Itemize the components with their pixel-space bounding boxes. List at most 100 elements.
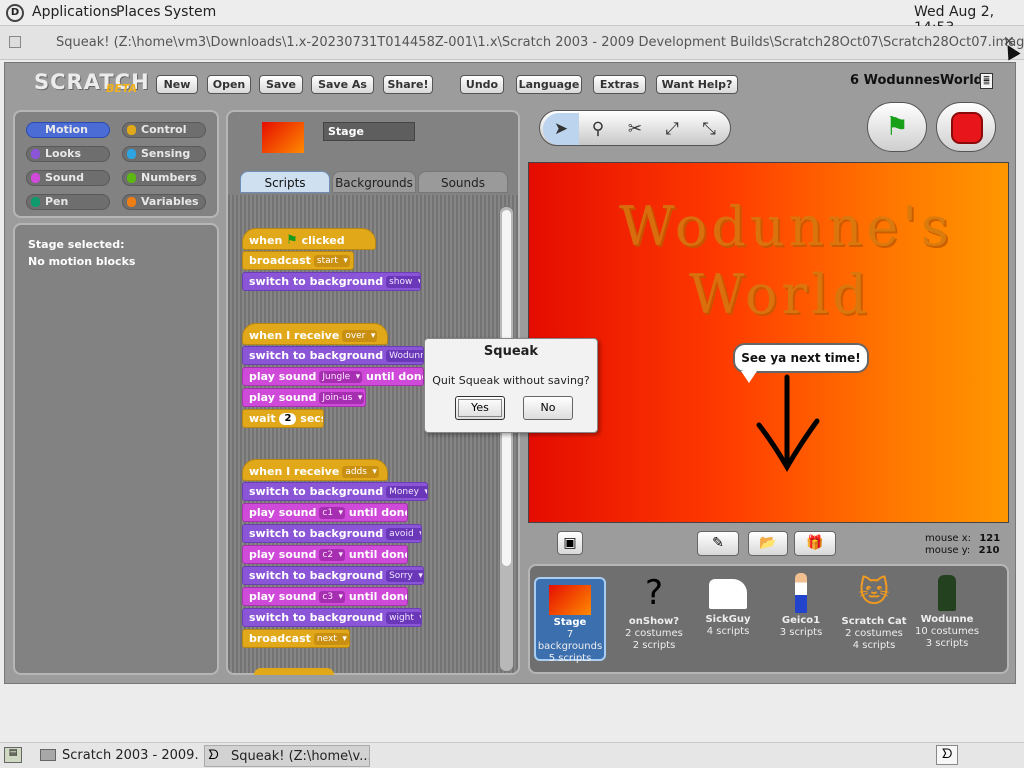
tab-sounds[interactable]: Sounds [418,171,508,193]
palette-message-line2: No motion blocks [28,255,136,268]
block-text: secs [300,412,323,425]
switch-background-block[interactable]: switch to background Money [242,482,428,501]
broadcast-block[interactable]: broadcast start [242,251,354,270]
background-dropdown[interactable]: wight [386,612,421,624]
applications-menu[interactable]: Applications [32,4,118,20]
broadcast-block[interactable]: broadcast next [242,629,350,648]
background-dropdown[interactable]: Sorry [386,570,423,582]
category-motion[interactable]: Motion [26,122,110,138]
sprite-onshow[interactable]: ? onShow? 2 costumes 2 scripts [618,572,690,660]
sound-dropdown[interactable]: c2 [319,549,346,561]
sprite-wodunne[interactable]: Wodunne 10 costumes 3 scripts [911,572,983,660]
gnome-foot-icon[interactable]: D [6,4,24,22]
category-control[interactable]: Control [122,122,206,138]
dialog-message: Quit Squeak without saving? [432,374,590,387]
seconds-input[interactable]: 2 [279,413,297,425]
block-text: until done [348,548,408,561]
taskbar-item-squeak[interactable]: Squeak! (Z:\home\v... [204,745,370,767]
duplicate-stamp-icon[interactable]: ⚲ [580,113,616,145]
background-dropdown[interactable]: Money [386,486,427,498]
message-dropdown[interactable]: over [342,330,378,342]
message-dropdown[interactable]: adds [342,466,379,478]
play-sound-block[interactable]: play sound Join-us [242,388,366,407]
dialog-yes-button[interactable]: Yes [455,396,505,420]
category-sound[interactable]: Sound [26,170,110,186]
category-looks[interactable]: Looks [26,146,110,162]
down-arrow-drawing [756,374,820,472]
sprite-sickguy[interactable]: SickGuy 4 scripts [692,572,764,660]
play-sound-until-done-block[interactable]: play soundc1 until done [242,503,408,522]
stage-name-field[interactable]: Stage [323,122,415,141]
surprise-sprite-button[interactable]: 🎁 [794,531,836,556]
green-flag-button[interactable]: ⚑ [867,102,927,152]
window-titlebar[interactable]: Squeak! (Z:\home\vm3\Downloads\1.x-20230… [0,26,1024,60]
save-button[interactable]: Save [259,75,303,94]
sprite-stage[interactable]: Stage 7 backgrounds 5 scripts [534,577,606,664]
places-menu[interactable]: Places [116,4,161,20]
sound-dropdown[interactable]: c3 [319,591,346,603]
paint-new-sprite-button[interactable]: ✎ [697,531,739,556]
sound-dropdown[interactable]: Join-us [319,392,365,404]
wait-secs-block[interactable]: wait 2 secs [242,409,324,428]
switch-background-block[interactable]: switch to background wight [242,608,422,627]
category-sensing[interactable]: Sensing [122,146,206,162]
undo-button[interactable]: Undo [460,75,504,94]
extras-button[interactable]: Extras [593,75,646,94]
speech-bubble: See ya next time! [733,343,869,373]
squeak-tray-icon[interactable]: ᗤ [936,745,958,765]
sound-dropdown[interactable]: Jungle [319,371,363,383]
scissors-icon[interactable]: ✂ [617,113,653,145]
stage[interactable]: Wodunne's World See ya next time! [528,162,1009,523]
project-name: 6 WodunnesWorld [850,73,983,88]
language-button[interactable]: Language [516,75,582,94]
variables-color-icon [127,197,136,207]
switch-background-block[interactable]: switch to backgroundWodunne [242,346,424,365]
choose-sprite-from-file-button[interactable]: 📂 [748,531,788,556]
tab-scripts[interactable]: Scripts [240,171,330,193]
when-i-receive-block[interactable]: when I receive over [242,323,388,345]
window-menu-icon[interactable] [9,36,21,48]
play-sound-until-done-block[interactable]: play soundc2 until done [242,545,408,564]
show-desktop-icon[interactable]: ▤ [4,747,22,763]
shrink-icon[interactable]: ⤡ [691,113,727,145]
dialog-no-button[interactable]: No [523,396,573,420]
message-dropdown[interactable]: start [313,255,350,267]
notes-icon[interactable]: ≡ ≡ [980,73,993,89]
category-variables[interactable]: Variables [122,194,206,210]
sprite-geico1[interactable]: Geico1 3 scripts [765,572,837,660]
tab-backgrounds[interactable]: Backgrounds [332,171,416,193]
background-dropdown[interactable]: avoid [386,528,421,540]
switch-background-block[interactable]: switch to background show [242,272,421,291]
grow-icon[interactable]: ⤢ [654,113,690,145]
when-flag-clicked-block[interactable]: when ⚑ clicked [242,228,376,250]
share-button[interactable]: Share! [383,75,433,94]
block-text: broadcast [249,254,311,267]
sound-dropdown[interactable]: c1 [319,507,346,519]
message-dropdown[interactable]: next [313,633,349,645]
taskbar-item-file-manager[interactable]: Scratch 2003 - 2009... [36,745,200,767]
presentation-mode-button[interactable]: ▣ [557,531,583,555]
stop-button[interactable] [936,102,996,152]
category-numbers[interactable]: Numbers [122,170,206,186]
sprite-name: Wodunne [920,614,974,625]
arrow-tool-icon[interactable]: ➤ [543,113,579,145]
block-text: until done [348,506,408,519]
background-dropdown[interactable]: show [386,276,420,288]
scripts-scrollbar[interactable] [499,206,514,672]
block-text: switch to background [249,569,384,582]
help-button[interactable]: Want Help? [656,75,738,94]
partial-hat-block[interactable] [254,668,334,675]
background-dropdown[interactable]: Wodunne [386,350,423,362]
switch-background-block[interactable]: switch to background Sorry [242,566,424,585]
open-button[interactable]: Open [207,75,251,94]
play-sound-until-done-block[interactable]: play soundc3 until done [242,587,408,606]
sprite-name: Geico1 [781,615,821,626]
when-i-receive-block[interactable]: when I receive adds [242,459,388,481]
category-pen[interactable]: Pen [26,194,110,210]
save-as-button[interactable]: Save As [311,75,374,94]
sprite-scratch-cat[interactable]: 🐱 Scratch Cat 2 costumes 4 scripts [838,572,910,660]
switch-background-block[interactable]: switch to background avoid [242,524,422,543]
new-button[interactable]: New [156,75,198,94]
system-menu[interactable]: System [164,4,216,20]
play-sound-until-done-block[interactable]: play soundJungle until done [242,367,424,386]
